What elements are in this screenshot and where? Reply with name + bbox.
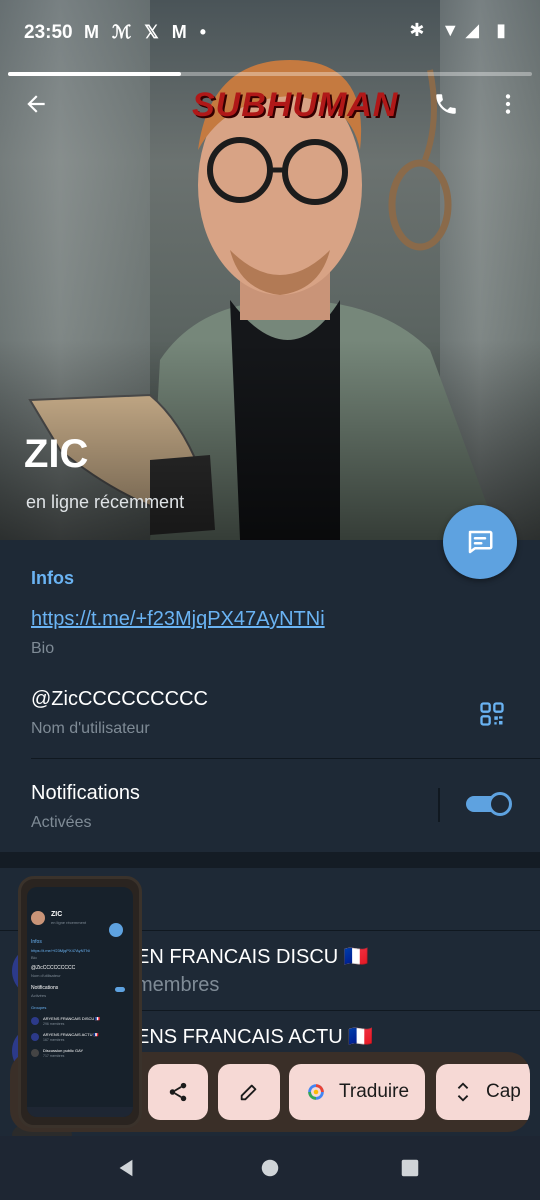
status-time: 23:50 bbox=[24, 22, 73, 43]
capture-label: Cap bbox=[486, 1081, 521, 1102]
translate-label: Traduire bbox=[338, 1081, 410, 1102]
arrow-left-icon bbox=[27, 95, 45, 113]
username-row[interactable]: @ZicCCCCCCCCC Nom d'utilisateur bbox=[0, 668, 540, 758]
preview-notifications-state: Activées bbox=[31, 993, 47, 998]
profile-name: ZIC bbox=[24, 432, 89, 476]
nav-home-button[interactable] bbox=[246, 1144, 294, 1192]
group-members: membres bbox=[136, 974, 220, 996]
preview-toggle bbox=[115, 987, 125, 992]
notifications-label: Notifications bbox=[31, 782, 140, 804]
preview-group-members: 167 membres bbox=[43, 1038, 65, 1042]
preview-name: ZIC bbox=[51, 911, 63, 918]
group-name: EN FRANCAIS DISCU 🇫🇷 bbox=[136, 946, 369, 968]
system-status-icons: ✱ ▼◢ ▮ bbox=[409, 20, 512, 40]
square-recents-icon bbox=[401, 1159, 419, 1177]
share-button[interactable] bbox=[148, 1064, 208, 1120]
pencil-icon bbox=[240, 1084, 257, 1101]
share-icon bbox=[169, 1082, 187, 1102]
translate-button[interactable]: Traduire bbox=[289, 1064, 425, 1120]
more-vertical-icon bbox=[505, 94, 511, 114]
notification-icons: M ℳ 𝕏 M • bbox=[84, 22, 211, 42]
preview-username-label: Nom d'utilisateur bbox=[31, 973, 61, 978]
expand-vertical-icon bbox=[457, 1082, 469, 1102]
section-gap bbox=[0, 852, 540, 868]
system-navigation-bar bbox=[0, 1136, 540, 1200]
username-label: Nom d'utilisateur bbox=[31, 720, 150, 737]
preview-group-avatar bbox=[31, 1049, 39, 1057]
lens-icon bbox=[308, 1084, 324, 1100]
photo-progress-fill bbox=[8, 72, 181, 76]
profile-link[interactable]: https://t.me/+f23MjqPX47AyNTNi bbox=[31, 608, 325, 631]
photo-progress-bar bbox=[8, 72, 532, 76]
preview-status: en ligne récemment bbox=[51, 920, 87, 925]
more-options-button[interactable] bbox=[484, 80, 532, 128]
notifications-row[interactable]: Notifications Activées bbox=[0, 760, 540, 852]
preview-screen: ZIC en ligne récemment Infos https://t.m… bbox=[27, 887, 133, 1117]
username-value: @ZicCCCCCCCCC bbox=[31, 688, 208, 710]
preview-notifications: Notifications bbox=[31, 985, 59, 991]
screenshot-preview-thumbnail[interactable]: ZIC en ligne récemment Infos https://t.m… bbox=[18, 876, 142, 1128]
info-section: Infos https://t.me/+f23MjqPX47AyNTNi Bio… bbox=[0, 540, 540, 852]
vertical-divider bbox=[438, 788, 440, 822]
preview-section: Infos bbox=[31, 939, 42, 945]
back-button[interactable] bbox=[12, 80, 60, 128]
profile-status: en ligne récemment bbox=[26, 492, 185, 512]
preview-group-members: 717 membres bbox=[43, 1054, 65, 1058]
phone-icon bbox=[436, 94, 456, 114]
preview-group-avatar bbox=[31, 1033, 39, 1041]
call-button[interactable] bbox=[422, 80, 470, 128]
preview-fab bbox=[109, 923, 123, 937]
edit-button[interactable] bbox=[218, 1064, 280, 1120]
preview-group-name: ARYENS FRANCAIS ACTU 🇫🇷 bbox=[43, 1032, 99, 1037]
link-label: Bio bbox=[31, 640, 55, 657]
divider bbox=[136, 1010, 540, 1011]
capture-button[interactable]: Cap bbox=[436, 1064, 530, 1120]
circle-home-icon bbox=[261, 1159, 279, 1177]
photo-overlay-text: SUBHUMAN bbox=[192, 86, 399, 124]
preview-navbar bbox=[27, 1107, 133, 1117]
qr-code-icon bbox=[480, 702, 504, 726]
triangle-back-icon bbox=[119, 1159, 133, 1177]
status-bar: 23:50 M ℳ 𝕏 M • ✱ ▼◢ ▮ bbox=[0, 0, 540, 68]
preview-group-name: ARYENS FRANCAIS DISCU 🇫🇷 bbox=[43, 1016, 101, 1021]
nav-back-button[interactable] bbox=[102, 1144, 150, 1192]
chat-bubble-icon bbox=[468, 530, 493, 554]
qr-code-button[interactable] bbox=[468, 690, 516, 738]
preview-group-avatar bbox=[31, 1017, 39, 1025]
nav-recents-button[interactable] bbox=[386, 1144, 434, 1192]
preview-link-label: Bio bbox=[31, 955, 37, 960]
preview-group-name: Discussion public GAY bbox=[43, 1048, 84, 1053]
preview-group-members: 296 membres bbox=[43, 1022, 65, 1026]
preview-link: https://t.me/+f23MjqPX47AyNTNi bbox=[31, 948, 90, 953]
preview-username: @ZicCCCCCCCCC bbox=[31, 965, 76, 971]
preview-avatar bbox=[31, 911, 45, 925]
notifications-state: Activées bbox=[31, 814, 92, 831]
divider bbox=[31, 758, 540, 759]
notifications-toggle[interactable] bbox=[466, 792, 514, 816]
group-name: ENS FRANCAIS ACTU 🇫🇷 bbox=[136, 1026, 374, 1048]
info-section-title: Infos bbox=[31, 568, 74, 588]
message-button[interactable] bbox=[443, 505, 517, 579]
preview-groups-title: Groupes bbox=[31, 1005, 47, 1010]
